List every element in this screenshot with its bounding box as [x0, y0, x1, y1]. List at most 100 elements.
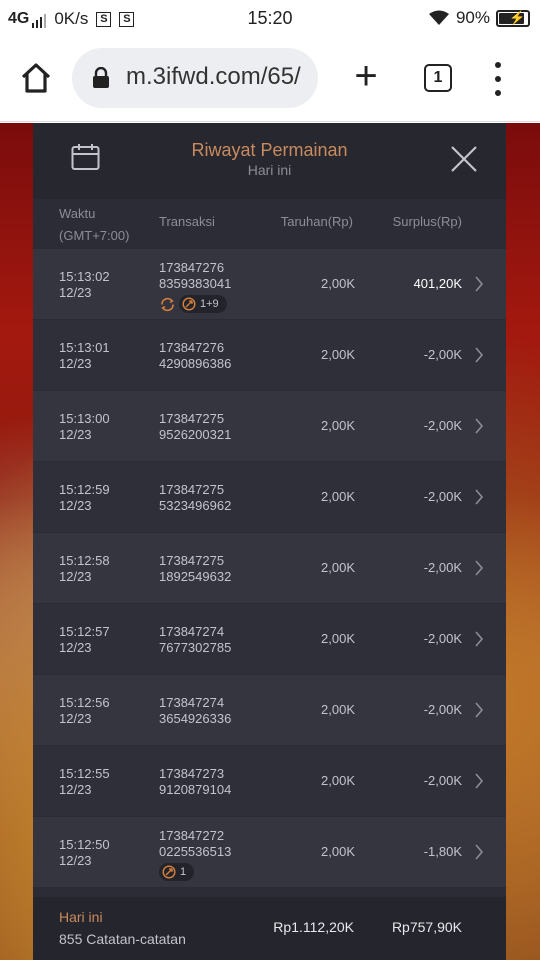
row-date: 12/23 [59, 427, 92, 442]
row-date: 12/23 [59, 640, 92, 655]
row-surplus: -2,00K [423, 418, 462, 433]
table-row[interactable]: 15:12:55 12/23 173847273 9120879104 2,00K -2,… [33, 746, 506, 817]
total-bet: Rp1.112,20K [273, 919, 354, 935]
row-surplus: -2,00K [423, 631, 462, 646]
summary-period: Hari ini [59, 909, 103, 925]
table-row[interactable]: 15:13:01 12/23 173847276 4290896386 2,00K -2,… [33, 320, 506, 391]
transaction-id-part2: 9526200321 [159, 427, 232, 442]
browser-toolbar: m.3ifwd.com/65/ + 1 [0, 36, 540, 122]
row-surplus: -1,80K [423, 844, 462, 859]
table-row[interactable]: 15:12:59 12/23 173847275 5323496962 2,00K -2,… [33, 462, 506, 533]
row-time: 15:13:01 [59, 340, 110, 355]
column-header-bet: Taruhan(Rp) [280, 214, 353, 229]
table-row[interactable]: 15:12:50 12/23 173847272 0225536513 1 2,00K -1… [33, 817, 506, 888]
table-row[interactable]: 15:13:02 12/23 173847276 8359383041 1+9 2,00K… [33, 249, 506, 320]
feature-badge: 1 [159, 863, 195, 881]
transaction-id-part2: 4290896386 [159, 356, 232, 371]
tab-switcher-button[interactable]: 1 [424, 64, 452, 92]
table-row[interactable]: 15:12:56 12/23 173847274 3654926336 2,00K -2,… [33, 675, 506, 746]
row-bet: 2,00K [321, 489, 355, 504]
row-time: 15:12:59 [59, 482, 110, 497]
column-header-time: Waktu (GMT+7:00) [59, 203, 129, 247]
chevron-right-icon [475, 347, 484, 363]
chevron-right-icon [475, 702, 484, 718]
row-bet: 2,00K [321, 631, 355, 646]
chevron-right-icon [475, 276, 484, 292]
history-list: 15:13:02 12/23 173847276 8359383041 1+9 2,00K… [33, 249, 506, 888]
row-timestamp: 15:12:56 12/23 [59, 695, 110, 727]
row-time: 15:13:00 [59, 411, 110, 426]
row-transaction: 173847275 1892549632 [159, 553, 231, 585]
summary-footer: Hari ini 855 Catatan-catatan Rp1.112,20K… [33, 897, 506, 960]
row-timestamp: 15:12:59 12/23 [59, 482, 110, 514]
row-date: 12/23 [59, 782, 92, 797]
battery-percent: 90% [455, 8, 490, 27]
column-header-time-label: Waktu [59, 206, 96, 221]
row-surplus: 401,20K [413, 276, 462, 291]
panel-title: Riwayat Permainan [191, 140, 348, 160]
row-timestamp: 15:12:58 12/23 [59, 553, 110, 585]
transaction-id-part1: 173847275 [159, 553, 225, 568]
table-row[interactable]: 15:12:58 12/23 173847275 1892549632 2,00K -2,… [33, 533, 506, 604]
row-timestamp: 15:12:57 12/23 [59, 624, 110, 656]
row-surplus: -2,00K [423, 773, 462, 788]
transaction-id-part1: 173847275 [159, 482, 225, 497]
chevron-right-icon [475, 773, 484, 789]
bonus-icon [182, 297, 196, 311]
row-transaction: 173847274 3654926336 [159, 695, 231, 727]
transaction-id-part1: 173847276 [159, 340, 225, 355]
row-time: 15:12:57 [59, 624, 110, 639]
column-header-transaction: Transaksi [159, 214, 215, 229]
row-bet: 2,00K [321, 560, 355, 575]
feature-badge: 1+9 [179, 295, 227, 313]
transaction-id-part1: 173847273 [159, 766, 225, 781]
overflow-menu-icon[interactable] [488, 62, 508, 96]
row-date: 12/23 [59, 569, 92, 584]
home-icon[interactable] [18, 60, 54, 96]
row-date: 12/23 [59, 285, 92, 300]
panel-subtitle: Hari ini [247, 162, 292, 178]
row-bet: 2,00K [321, 844, 355, 859]
row-timestamp: 15:13:01 12/23 [59, 340, 110, 372]
row-transaction: 173847274 7677302785 [159, 624, 231, 656]
bonus-icon [162, 865, 176, 879]
game-badges: 1 [159, 863, 231, 881]
url-text: m.3ifwd.com/65/ [126, 63, 301, 90]
transaction-id-part1: 173847275 [159, 411, 225, 426]
transaction-id-part2: 3654926336 [159, 711, 232, 726]
free-spin-icon [161, 297, 174, 311]
record-count: 855 Catatan-catatan [59, 931, 186, 947]
row-time: 15:12:58 [59, 553, 110, 568]
row-transaction: 173847276 4290896386 [159, 340, 231, 372]
row-time: 15:12:56 [59, 695, 110, 710]
table-row[interactable]: 15:13:00 12/23 173847275 9526200321 2,00K -2,… [33, 391, 506, 462]
row-time: 15:12:55 [59, 766, 110, 781]
transaction-id-part1: 173847274 [159, 624, 225, 639]
row-transaction: 173847276 8359383041 1+9 [159, 260, 231, 313]
row-bet: 2,00K [321, 347, 355, 362]
row-date: 12/23 [59, 498, 92, 513]
row-timestamp: 15:13:02 12/23 [59, 269, 110, 301]
row-bet: 2,00K [321, 773, 355, 788]
battery-icon: ⚡ [496, 9, 530, 27]
row-timestamp: 15:13:00 12/23 [59, 411, 110, 443]
row-surplus: -2,00K [423, 560, 462, 575]
feature-badge-count: 1+9 [200, 298, 219, 310]
total-surplus: Rp757,90K [391, 919, 462, 935]
row-bet: 2,00K [321, 702, 355, 717]
transaction-id-part2: 7677302785 [159, 640, 232, 655]
column-header-surplus: Surplus(Rp) [392, 214, 462, 229]
row-transaction: 173847275 9526200321 [159, 411, 231, 443]
row-date: 12/23 [59, 711, 92, 726]
wifi-icon [428, 10, 449, 25]
row-surplus: -2,00K [423, 347, 462, 362]
column-header-timezone: (GMT+7:00) [59, 228, 130, 243]
address-bar[interactable]: m.3ifwd.com/65/ [72, 48, 318, 108]
row-surplus: -2,00K [423, 702, 462, 717]
close-icon[interactable] [450, 145, 478, 173]
row-timestamp: 15:12:55 12/23 [59, 766, 110, 798]
new-tab-icon[interactable]: + [350, 56, 382, 96]
chevron-right-icon [475, 560, 484, 576]
chevron-right-icon [475, 418, 484, 434]
table-row[interactable]: 15:12:57 12/23 173847274 7677302785 2,00K -2,… [33, 604, 506, 675]
